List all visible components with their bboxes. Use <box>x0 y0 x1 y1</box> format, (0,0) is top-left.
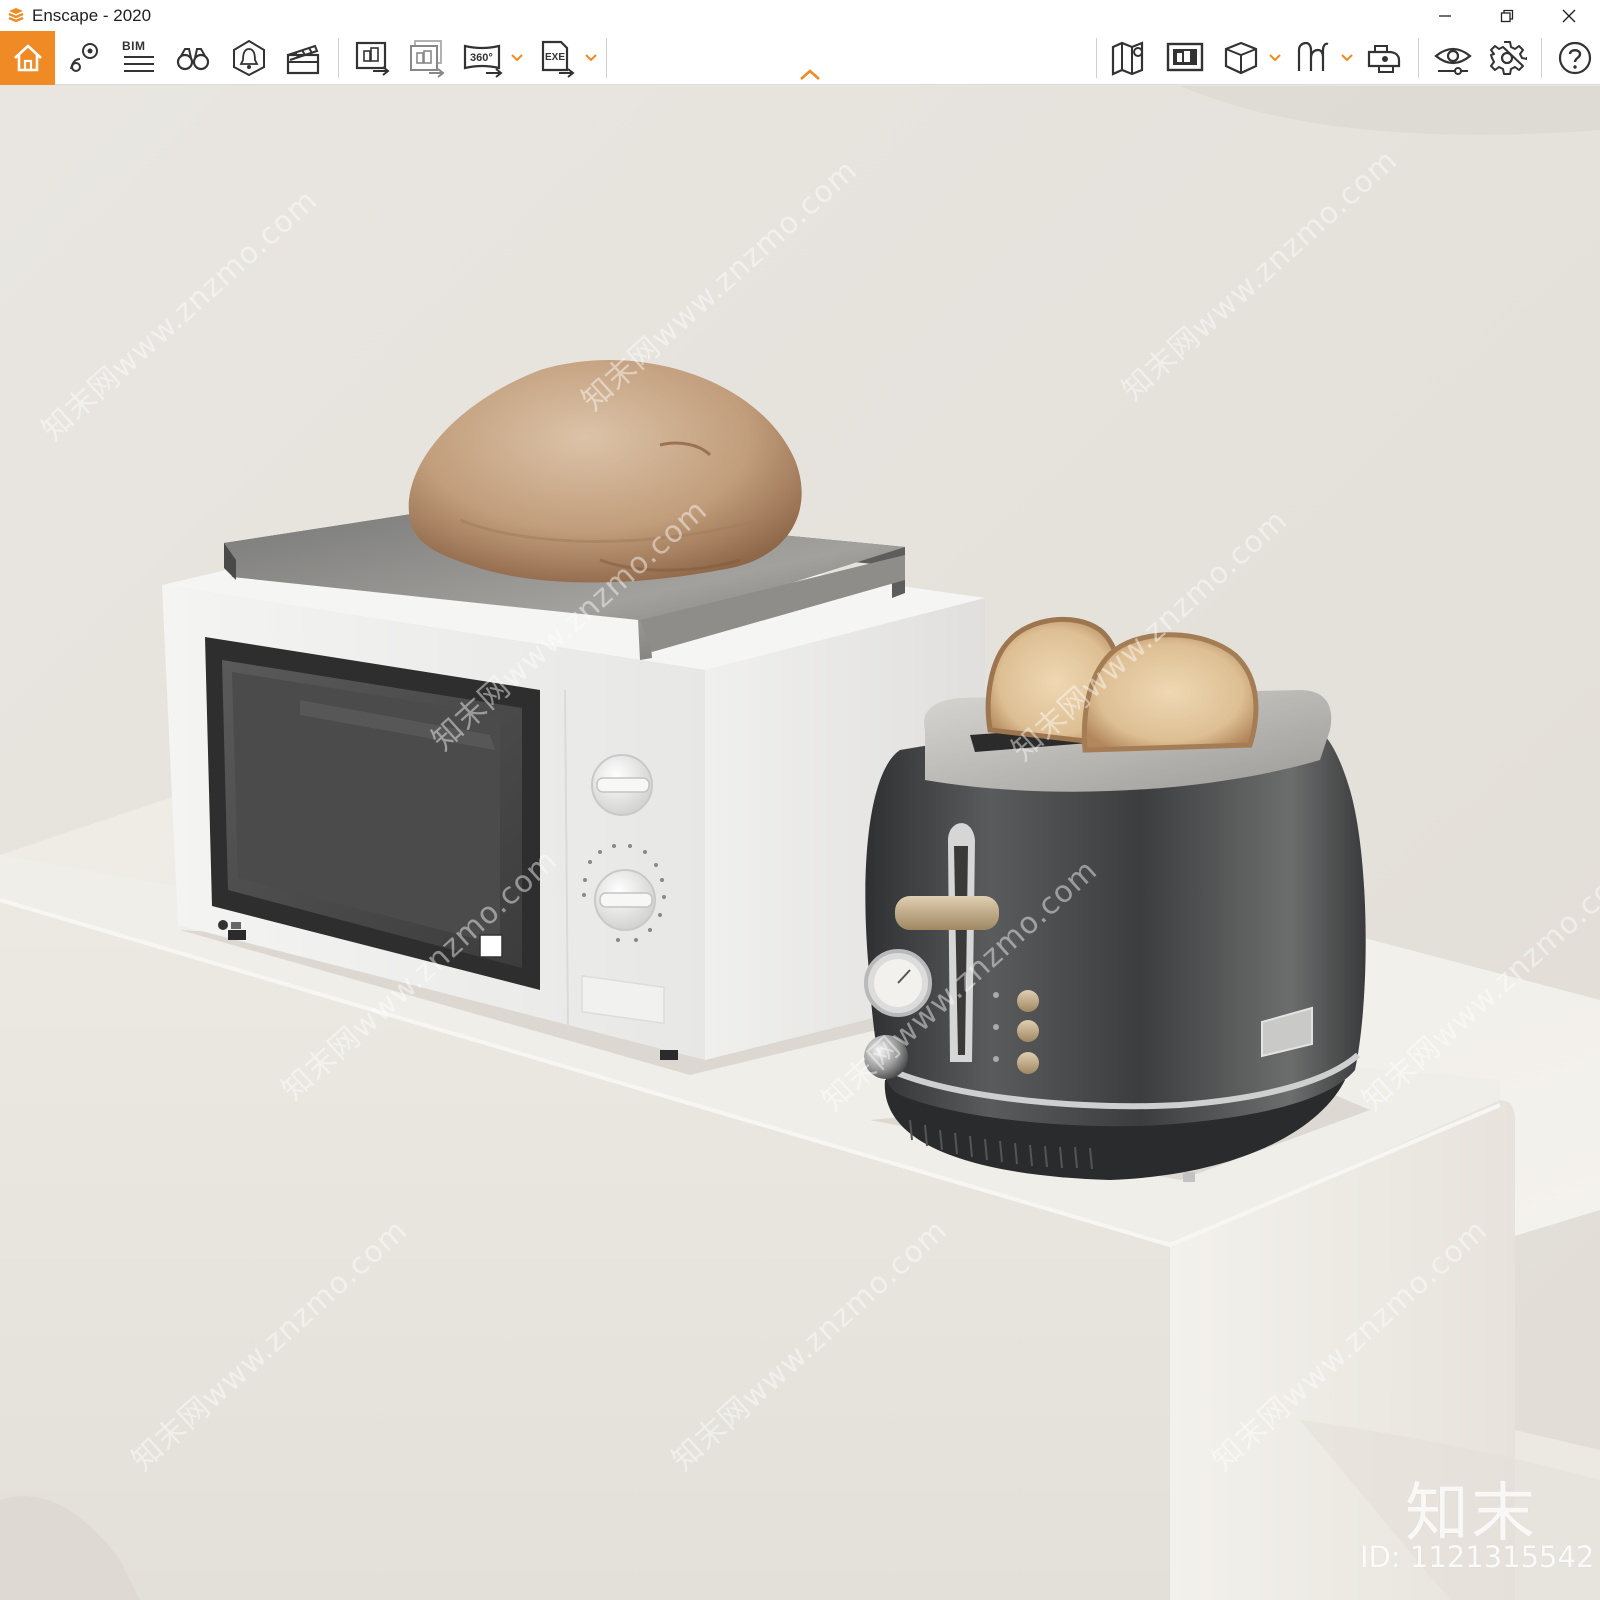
minimize-icon <box>1439 14 1451 17</box>
render-viewport[interactable]: 知末网www.znzmo.com 知末网www.znzmo.com 知末网www… <box>0 86 1600 1600</box>
asset-library-icon <box>233 39 265 77</box>
collapse-toolbar-button[interactable] <box>795 67 825 83</box>
capture-icon <box>1367 45 1401 73</box>
walk-mode-button[interactable] <box>170 31 216 85</box>
object-dropdown[interactable] <box>1268 31 1282 85</box>
clapperboard-icon <box>286 44 320 75</box>
binoculars-icon <box>176 48 210 71</box>
enscape-toolbar: BIM 360° EXE <box>0 31 1600 85</box>
home-icon <box>13 44 42 72</box>
chevron-down-icon <box>1341 54 1353 62</box>
map-button[interactable] <box>1106 31 1152 85</box>
chevron-up-icon <box>800 69 820 80</box>
chevron-down-icon <box>1269 54 1281 62</box>
views-button[interactable] <box>62 31 108 85</box>
batch-rendering-icon <box>410 40 445 78</box>
export-exe-button[interactable]: EXE <box>534 31 580 85</box>
visual-settings-button[interactable] <box>1430 31 1476 85</box>
help-icon <box>1558 41 1592 75</box>
panorama-dropdown[interactable] <box>510 31 524 85</box>
vr-headset-icon <box>1297 41 1329 71</box>
sync-views-button[interactable] <box>1162 31 1208 85</box>
restore-button[interactable] <box>1476 0 1538 31</box>
close-button[interactable] <box>1538 0 1600 31</box>
title-bar: Enscape - 2020 <box>0 0 1600 31</box>
cube-icon <box>1224 41 1258 75</box>
object-button[interactable] <box>1218 31 1264 85</box>
asset-library-button[interactable] <box>226 31 272 85</box>
video-editor-button[interactable] <box>280 31 326 85</box>
watermark-id: ID: 1121315542 <box>1360 1540 1595 1574</box>
home-button[interactable] <box>0 31 55 85</box>
enscape-logo-icon <box>8 7 24 22</box>
gear-icon <box>1490 41 1527 75</box>
map-icon <box>1111 41 1144 76</box>
vr-dropdown[interactable] <box>1340 31 1354 85</box>
location-pin-icon <box>70 43 98 72</box>
chevron-down-icon <box>585 54 597 62</box>
batch-rendering-button[interactable] <box>404 31 450 85</box>
panorama-button[interactable]: 360° <box>460 31 506 85</box>
capture-button[interactable] <box>1362 31 1408 85</box>
export-dropdown[interactable] <box>584 31 598 85</box>
window-title: Enscape - 2020 <box>32 5 152 25</box>
chevron-down-icon <box>511 54 523 62</box>
vr-button[interactable] <box>1290 31 1336 85</box>
exe-label: EXE <box>545 52 565 63</box>
screenshot-button[interactable] <box>350 31 396 85</box>
eye-settings-icon <box>1434 47 1472 75</box>
exe-export-icon: EXE <box>541 40 575 78</box>
panorama-360-icon: 360° <box>463 44 503 78</box>
help-button[interactable] <box>1552 31 1598 85</box>
restore-icon <box>1500 9 1514 22</box>
minimize-button[interactable] <box>1414 0 1476 31</box>
screenshot-export-icon <box>355 41 390 76</box>
settings-button[interactable] <box>1484 31 1530 85</box>
panorama-label: 360° <box>470 52 493 64</box>
bim-label: BIM <box>122 39 146 53</box>
bim-button[interactable]: BIM <box>116 31 162 85</box>
close-icon <box>1562 9 1576 22</box>
sync-views-icon <box>1166 42 1204 72</box>
